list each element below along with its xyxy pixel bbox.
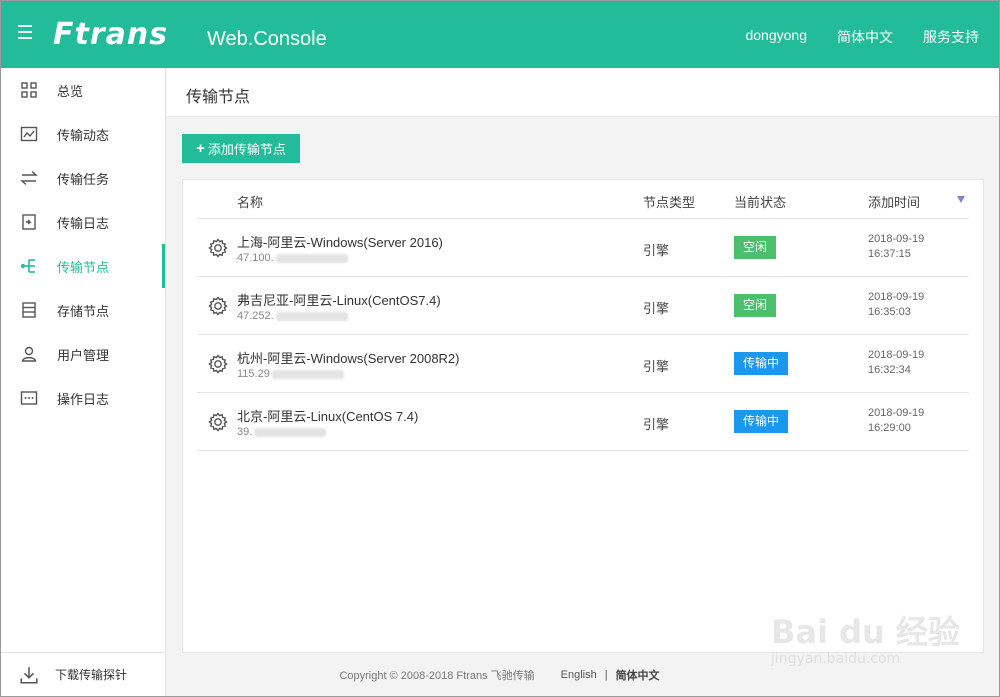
plus-icon: + [196,140,205,157]
sort-desc-icon[interactable] [957,196,965,203]
node-name: 杭州-阿里云-Windows(Server 2008R2) [237,351,460,366]
storage-icon [19,300,39,320]
table-row[interactable]: 弗吉尼亚-阿里云-Linux(CentOS7.4) 47.252. 引擎 空闲 … [197,277,969,335]
sidebar-item-transfer-tasks[interactable]: 传输任务 [1,156,165,200]
logo: Ftrans [53,17,169,52]
node-name: 上海-阿里云-Windows(Server 2016) [237,235,443,250]
column-status: 当前状态 [734,195,787,210]
node-ip: 47.100. [237,252,348,264]
oplog-icon [19,388,39,408]
sidebar-item-user-management[interactable]: 用户管理 [1,332,165,376]
sidebar-item-label: 用户管理 [57,347,110,363]
sidebar-item-label: 传输节点 [57,259,110,275]
transfer-icon [19,168,39,188]
download-icon [19,665,39,685]
table-row[interactable]: 杭州-阿里云-Windows(Server 2008R2) 115.29 引擎 … [197,335,969,393]
divider: | [604,669,608,681]
page-header: 传输节点 [167,68,999,117]
sidebar-item-label: 操作日志 [57,391,110,407]
gear-icon [208,238,228,258]
node-ip: 115.29 [237,368,344,380]
sidebar-item-transfer-activity[interactable]: 传输动态 [1,112,165,156]
chart-icon [19,124,39,144]
node-type: 引擎 [643,301,670,316]
add-node-label: 添加传输节点 [207,142,286,157]
added-time: 2018-09-19 16:32:34 [868,349,925,376]
node-type: 引擎 [643,359,670,374]
added-time: 2018-09-19 16:37:15 [868,233,925,260]
sidebar-item-label: 总览 [57,83,84,99]
watermark-text: Bai du 经验 [771,613,960,651]
added-time: 2018-09-19 16:35:03 [868,291,925,318]
sidebar-item-operation-logs[interactable]: 操作日志 [1,376,165,420]
user-icon [19,344,39,364]
sidebar-item-transfer-nodes[interactable]: 传输节点 [1,244,165,288]
support-link[interactable]: 服务支持 [923,27,979,47]
gear-icon [208,296,228,316]
status-badge: 空闲 [734,236,777,259]
download-probe-link[interactable]: 下载传输探针 [1,652,165,696]
table-header: 名称 节点类型 当前状态 添加时间 [197,180,969,219]
header-links: dongyong 简体中文 服务支持 [745,27,979,47]
sidebar-item-label: 存储节点 [57,303,110,319]
gear-icon [208,354,228,374]
nodes-table: 名称 节点类型 当前状态 添加时间 上海-阿里云-Windows(Server … [182,179,984,653]
node-name: 北京-阿里云-Linux(CentOS 7.4) [237,409,419,424]
sidebar-item-overview[interactable]: 总览 [1,68,165,112]
language-switch[interactable]: 简体中文 [837,27,893,47]
status-badge: 传输中 [734,410,789,433]
sidebar-item-storage-nodes[interactable]: 存储节点 [1,288,165,332]
sidebar-item-label: 传输动态 [57,127,110,143]
node-ip: 39. [237,426,327,438]
sidebar-item-label: 传输任务 [57,171,110,187]
sidebar-item-transfer-logs[interactable]: 传输日志 [1,200,165,244]
table-row[interactable]: 北京-阿里云-Linux(CentOS 7.4) 39. 引擎 传输中 2018… [197,393,969,451]
page-title: 传输节点 [186,89,251,106]
user-menu[interactable]: dongyong [745,27,807,47]
gear-icon [208,412,228,432]
grid-icon [19,80,39,100]
status-badge: 传输中 [734,352,789,375]
node-name: 弗吉尼亚-阿里云-Linux(CentOS7.4) [237,293,441,308]
sidebar: 总览 传输动态 传输任务 传输日志 传输节点 存储节点 用户管理 操作日志 下载… [1,68,166,696]
copyright-text: Copyright © 2008-2018 Ftrans 飞驰传输 [339,670,535,682]
node-type: 引擎 [643,243,670,258]
column-type: 节点类型 [643,195,696,210]
column-time[interactable]: 添加时间 [868,192,920,211]
chinese-link[interactable]: 简体中文 [616,667,660,683]
log-icon [19,212,39,232]
logo-subtitle: Web.Console [207,28,327,50]
node-type: 引擎 [643,417,670,432]
added-time: 2018-09-19 16:29:00 [868,407,925,434]
column-name: 名称 [237,195,264,210]
add-node-button[interactable]: + 添加传输节点 [182,134,300,163]
menu-toggle-icon[interactable] [18,25,36,43]
download-probe-label: 下载传输探针 [55,668,128,682]
sidebar-item-label: 传输日志 [57,215,110,231]
app-window: Ftrans Web.Console dongyong 简体中文 服务支持 总览… [0,0,1000,697]
footer: Copyright © 2008-2018 Ftrans 飞驰传输 Englis… [167,661,832,689]
status-badge: 空闲 [734,294,777,317]
top-header: Ftrans Web.Console dongyong 简体中文 服务支持 [1,1,999,68]
node-icon [19,256,39,276]
watermark-url: jingyan.baidu.com [771,651,901,667]
english-link[interactable]: English [561,669,597,681]
table-row[interactable]: 上海-阿里云-Windows(Server 2016) 47.100. 引擎 空… [197,219,969,277]
node-ip: 47.252. [237,310,348,322]
baidu-watermark: Bai du 经验 jingyan.baidu.com [771,607,971,677]
